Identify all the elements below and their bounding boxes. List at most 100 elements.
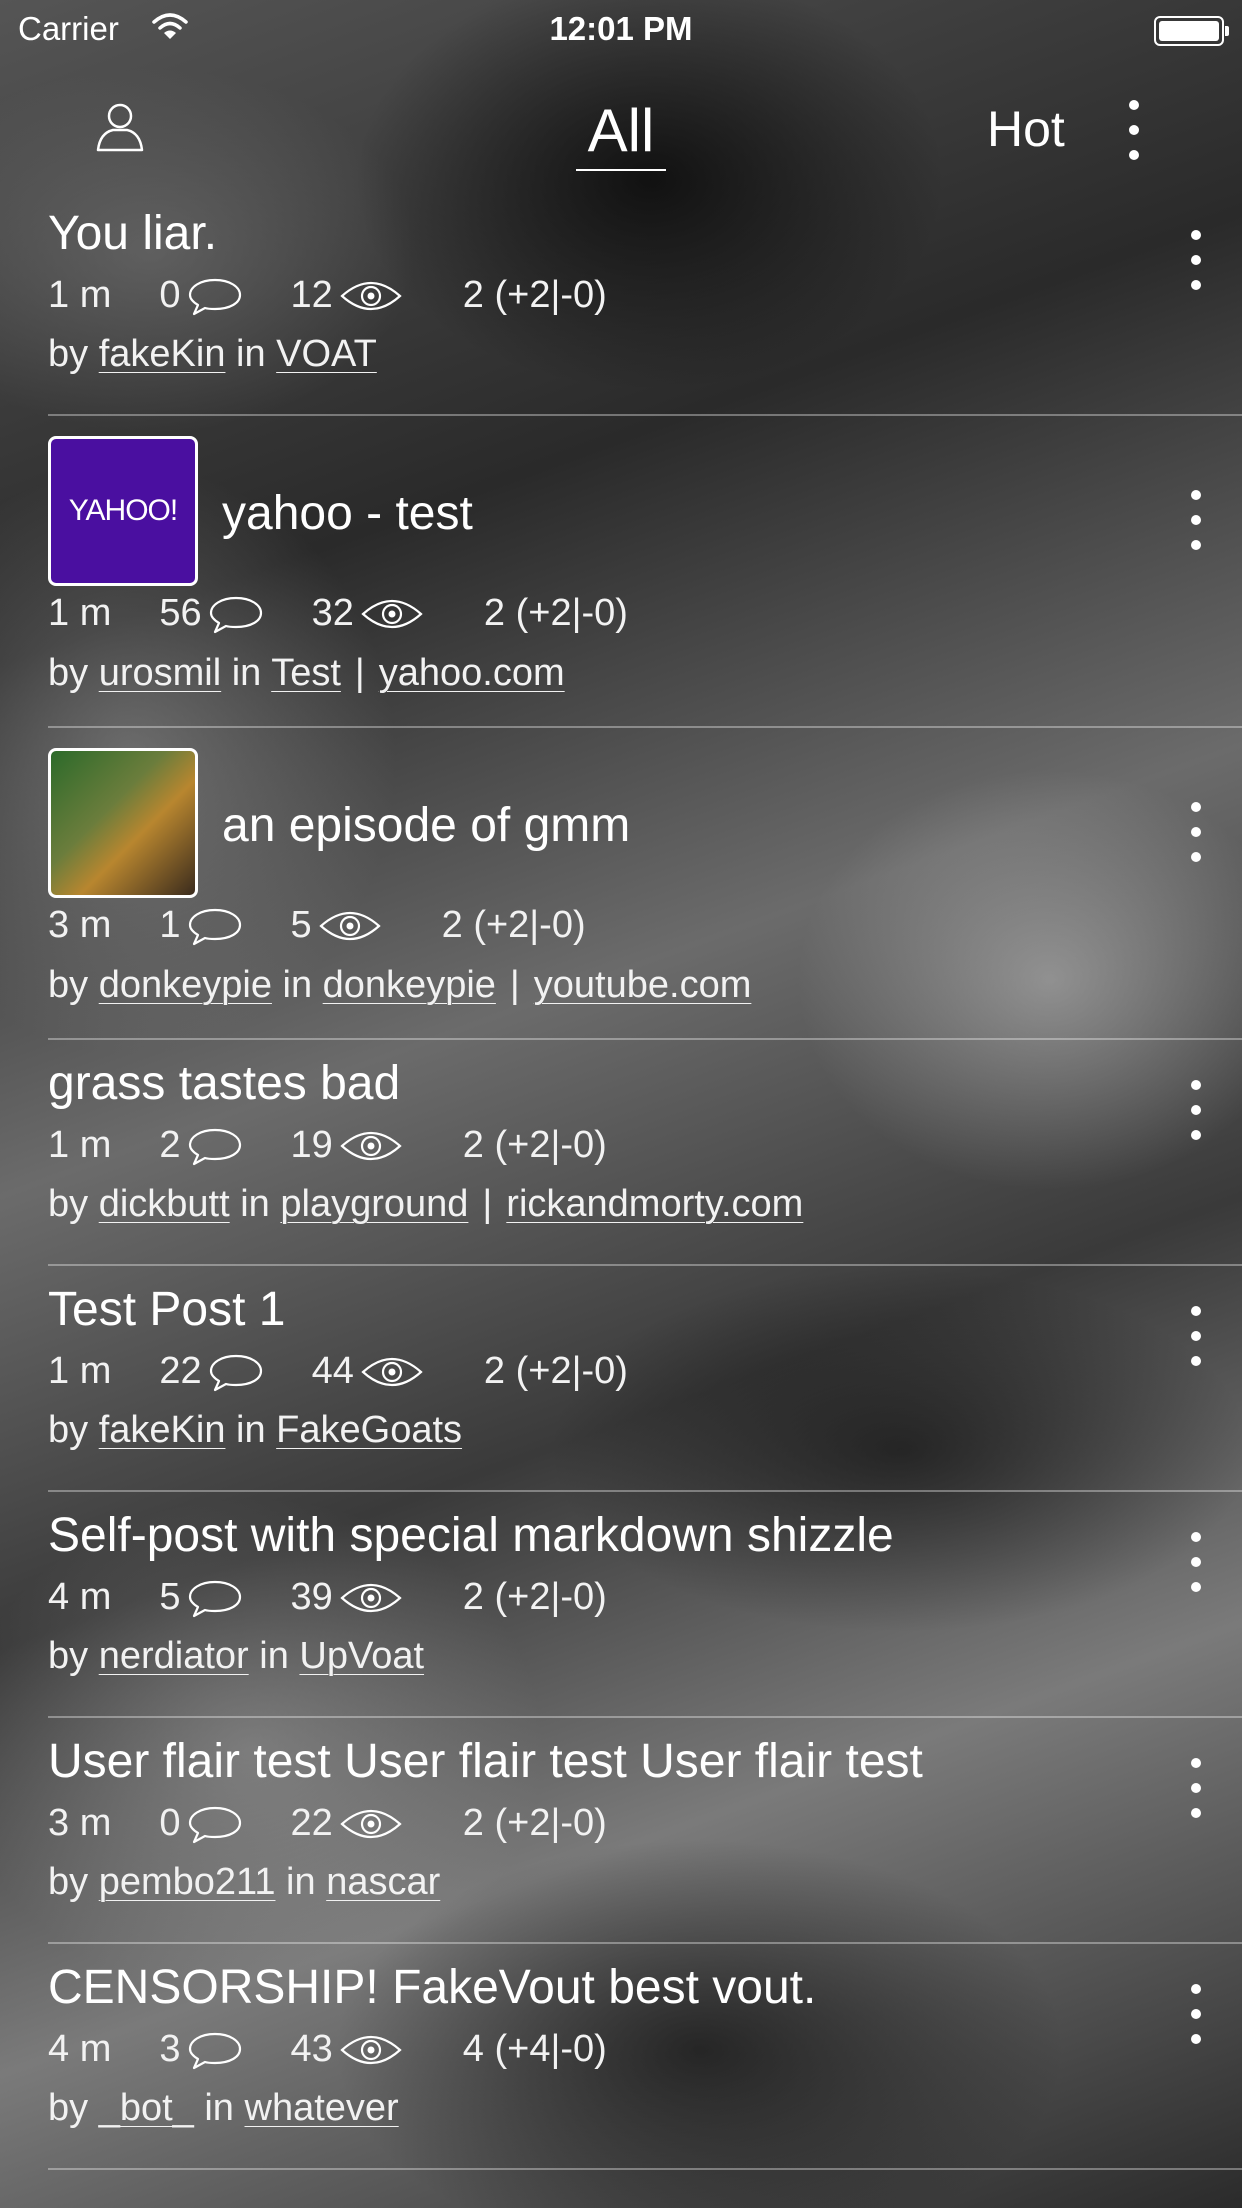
post-age: 3 m xyxy=(48,1802,112,1845)
post-score: 2 (+2|-0) xyxy=(462,1576,607,1619)
author-link[interactable]: dickbutt xyxy=(99,1183,230,1225)
post-score: 2 (+2|-0) xyxy=(462,274,607,317)
in-label: in xyxy=(259,1635,289,1677)
post-title[interactable]: an episode of gmm xyxy=(222,799,630,853)
by-label: by xyxy=(48,1861,89,1903)
post-byline: by fakeKin in VOAT xyxy=(48,333,377,376)
author-link[interactable]: urosmil xyxy=(99,652,221,694)
by-label: by xyxy=(48,1635,89,1677)
more-vertical-icon[interactable] xyxy=(1178,798,1218,866)
comment-bubble-icon xyxy=(188,278,241,316)
post-title[interactable]: grass tastes bad xyxy=(48,1057,400,1111)
separator: | xyxy=(509,964,520,1006)
more-vertical-icon[interactable] xyxy=(1116,96,1156,164)
author-link[interactable]: nerdiator xyxy=(99,1635,249,1677)
comment-count: 1 xyxy=(159,904,181,947)
post-thumbnail[interactable] xyxy=(48,748,198,898)
status-bar: Carrier 12:01 PM xyxy=(0,0,1242,60)
view-count: 39 xyxy=(290,1576,333,1619)
post-row[interactable]: Self-post with special markdown shizzle 4… xyxy=(48,1492,1242,1718)
sort-button[interactable]: Hot xyxy=(987,100,1065,158)
post-byline: by dickbutt in playground | rickandmorty.c… xyxy=(48,1183,803,1226)
subverse-link[interactable]: playground xyxy=(280,1183,468,1225)
post-title[interactable]: Self-post with special markdown shizzle xyxy=(48,1509,894,1563)
by-label: by xyxy=(48,1409,89,1451)
subverse-link[interactable]: VOAT xyxy=(276,333,377,375)
view-count: 44 xyxy=(311,1350,354,1393)
post-age: 4 m xyxy=(48,2028,112,2071)
subverse-link[interactable]: nascar xyxy=(326,1861,440,1903)
more-vertical-icon[interactable] xyxy=(1178,1754,1218,1822)
author-link[interactable]: pembo211 xyxy=(99,1861,276,1903)
view-count: 22 xyxy=(290,1802,333,1845)
post-age: 4 m xyxy=(48,1576,112,1619)
view-count: 43 xyxy=(290,2028,333,2071)
post-byline: by _bot_ in whatever xyxy=(48,2087,399,2130)
in-label: in xyxy=(236,1409,266,1451)
domain-link[interactable]: youtube.com xyxy=(534,964,752,1006)
comment-bubble-icon xyxy=(188,1806,241,1844)
post-row[interactable]: User flair test User flair test User fla… xyxy=(48,1718,1242,1944)
post-age: 1 m xyxy=(48,1350,112,1393)
view-count: 12 xyxy=(290,274,333,317)
author-link[interactable]: fakeKin xyxy=(99,1409,226,1451)
comment-count: 2 xyxy=(159,1124,181,1167)
author-link[interactable]: fakeKin xyxy=(99,333,226,375)
post-row[interactable]: Test Post 1 1 m 22 44 2 (+2|-0) by fakeKin in… xyxy=(48,1266,1242,1492)
separator: | xyxy=(354,652,365,694)
subverse-link[interactable]: Test xyxy=(271,652,341,694)
post-feed: You liar. 1 m 0 12 2 (+2|-0) by fakeKin in VO… xyxy=(0,190,1242,2170)
subverse-link[interactable]: whatever xyxy=(245,2087,399,2129)
post-meta: 1 m 2 19 2 (+2|-0) xyxy=(48,1123,607,1167)
post-thumbnail[interactable]: YAHOO! xyxy=(48,436,198,586)
more-vertical-icon[interactable] xyxy=(1178,226,1218,294)
domain-link[interactable]: yahoo.com xyxy=(379,652,565,694)
eye-icon xyxy=(318,912,381,940)
author-link[interactable]: donkeypie xyxy=(99,964,272,1006)
subverse-link[interactable]: FakeGoats xyxy=(276,1409,462,1451)
post-row[interactable]: grass tastes bad 1 m 2 19 2 (+2|-0) by dickbu… xyxy=(48,1040,1242,1266)
nav-bar: All Hot xyxy=(0,60,1242,190)
post-row[interactable]: CENSORSHIP! FakeVout best vout. 4 m 3 43 4 (… xyxy=(48,1944,1242,2170)
subverse-link[interactable]: UpVoat xyxy=(299,1635,424,1677)
post-title[interactable]: You liar. xyxy=(48,207,217,261)
post-title[interactable]: Test Post 1 xyxy=(48,1283,285,1337)
eye-icon xyxy=(361,600,423,628)
more-vertical-icon[interactable] xyxy=(1178,1528,1218,1596)
post-meta: 1 m 22 44 2 (+2|-0) xyxy=(48,1349,628,1393)
more-vertical-icon[interactable] xyxy=(1178,486,1218,554)
post-byline: by urosmil in Test | yahoo.com xyxy=(48,652,565,695)
post-score: 2 (+2|-0) xyxy=(441,904,586,947)
eye-icon xyxy=(340,1810,402,1838)
eye-icon xyxy=(361,1358,423,1386)
post-title[interactable]: CENSORSHIP! FakeVout best vout. xyxy=(48,1961,816,2015)
in-label: in xyxy=(282,964,313,1006)
post-row[interactable]: YAHOO! yahoo - test 1 m 56 32 2 (+2|-0) by uro… xyxy=(48,416,1242,728)
by-label: by xyxy=(48,2087,89,2129)
comment-count: 0 xyxy=(159,274,181,317)
post-meta: 3 m 0 22 2 (+2|-0) xyxy=(48,1801,607,1845)
subverse-link[interactable]: donkeypie xyxy=(323,964,496,1006)
in-label: in xyxy=(204,2087,234,2129)
post-title[interactable]: User flair test User flair test User fla… xyxy=(48,1735,923,1789)
post-score: 2 (+2|-0) xyxy=(462,1802,607,1845)
comment-bubble-icon xyxy=(188,1128,241,1166)
view-count: 19 xyxy=(290,1124,333,1167)
author-link[interactable]: _bot_ xyxy=(99,2087,194,2129)
more-vertical-icon[interactable] xyxy=(1178,1302,1218,1370)
post-row[interactable]: You liar. 1 m 0 12 2 (+2|-0) by fakeKin in VO… xyxy=(48,190,1242,416)
post-byline: by fakeKin in FakeGoats xyxy=(48,1409,462,1452)
comment-bubble-icon xyxy=(209,1354,262,1392)
domain-link[interactable]: rickandmorty.com xyxy=(506,1183,803,1225)
post-title[interactable]: yahoo - test xyxy=(222,487,473,541)
post-row[interactable]: an episode of gmm 3 m 1 5 2 (+2|-0) by donkey… xyxy=(48,728,1242,1040)
eye-icon xyxy=(340,1132,402,1160)
in-label: in xyxy=(231,652,262,694)
more-vertical-icon[interactable] xyxy=(1178,1076,1218,1144)
post-byline: by nerdiator in UpVoat xyxy=(48,1635,424,1678)
more-vertical-icon[interactable] xyxy=(1178,1980,1218,2048)
post-meta: 4 m 5 39 2 (+2|-0) xyxy=(48,1575,607,1619)
in-label: in xyxy=(240,1183,270,1225)
post-meta: 3 m 1 5 2 (+2|-0) xyxy=(48,903,586,947)
post-score: 2 (+2|-0) xyxy=(483,1350,628,1393)
